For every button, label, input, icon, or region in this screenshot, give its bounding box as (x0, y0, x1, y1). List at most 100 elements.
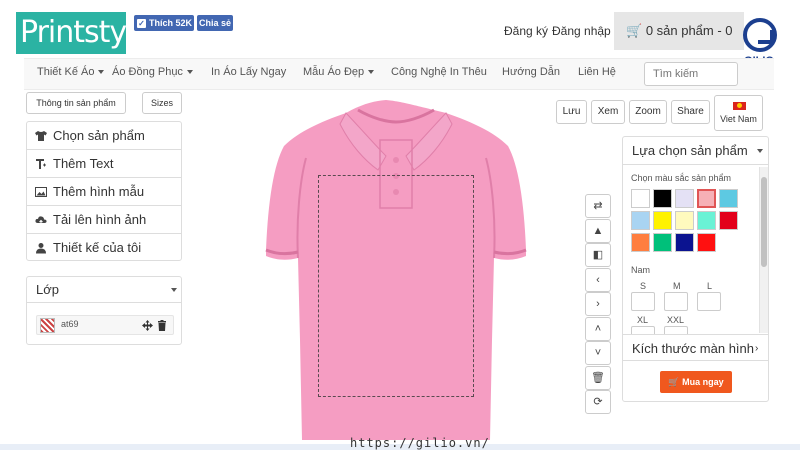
color-swatch[interactable] (631, 189, 650, 208)
gender-label: Nam (631, 265, 651, 275)
size-s-quantity-input[interactable] (631, 292, 655, 311)
arrow-left-icon[interactable]: ‹ (585, 268, 611, 292)
facebook-like-button[interactable]: ✓ Thích 52K (134, 15, 194, 31)
color-swatch[interactable] (697, 211, 716, 230)
sizes-button[interactable]: Sizes (142, 92, 182, 114)
nav-item-ao-dong-phuc[interactable]: Áo Đồng Phục (112, 66, 193, 78)
product-options-title: Lựa chọn sản phẩm (632, 143, 748, 158)
color-swatch[interactable] (719, 189, 738, 208)
cart-button[interactable]: 🛒 0 sản phẩm - 0 V (614, 12, 744, 76)
menu-item-label: Tải lên hình ảnh (53, 212, 147, 227)
color-swatch[interactable] (719, 211, 738, 230)
gilio-g-icon (743, 18, 777, 52)
menu-item-label: Thêm Text (53, 156, 114, 171)
layer-thumbnail (40, 318, 55, 333)
menu-item-label: Thêm hình mẫu (53, 184, 145, 199)
login-link[interactable]: Đăng nhập (552, 24, 611, 38)
size-m-quantity-input[interactable] (664, 292, 688, 311)
layer-name: at69 (61, 319, 79, 329)
menu-item-upload-image[interactable]: Tải lên hình ảnh (27, 206, 181, 234)
flip-icon[interactable]: ◧ (585, 243, 611, 267)
screen-size-header[interactable]: Kích thước màn hình › (623, 337, 768, 361)
menu-item-choose-product[interactable]: Chọn sản phẩm (27, 122, 181, 150)
menu-item-label: Thiết kế của tôi (53, 240, 142, 255)
arrow-down-icon[interactable]: ˅ (585, 341, 611, 365)
trash-icon[interactable] (157, 320, 167, 331)
stamp-icon[interactable]: ▲ (585, 219, 611, 243)
color-swatch[interactable] (653, 233, 672, 252)
chevron-down-icon (186, 70, 193, 75)
arrow-right-icon[interactable]: › (585, 292, 611, 316)
color-swatch[interactable] (631, 233, 650, 252)
cart-icon: 🛒 (626, 23, 643, 38)
size-xl-quantity-input[interactable] (631, 326, 655, 334)
swap-icon[interactable]: ⇄ (585, 194, 611, 218)
share-button[interactable]: Share (671, 100, 710, 124)
zoom-button[interactable]: Zoom (629, 100, 667, 124)
size-label-m: M (673, 281, 681, 291)
language-button[interactable]: Viet Nam (714, 95, 763, 131)
nav-item-huong-dan[interactable]: Hướng Dẫn (502, 66, 560, 78)
chevron-down-icon (368, 70, 375, 75)
layers-title: Lớp (36, 282, 59, 297)
color-swatch[interactable] (631, 211, 650, 230)
chevron-down-icon (171, 288, 177, 292)
layer-item[interactable]: at69 (36, 315, 174, 335)
color-section-label: Chọn màu sắc sản phẩm (631, 173, 732, 183)
size-label-xl: XL (637, 315, 649, 325)
language-label: Viet Nam (720, 114, 757, 124)
size-label-s: S (640, 281, 647, 291)
nav-item-thiet-ke-ao[interactable]: Thiết Kế Áo (37, 66, 105, 78)
product-info-button[interactable]: Thông tin sản phẩm (26, 92, 126, 114)
nav-label: Áo Đồng Phục (112, 66, 183, 78)
thumbs-up-icon: ✓ (137, 19, 146, 28)
preview-button[interactable]: Xem (591, 100, 625, 124)
design-tool-page: Printstyle® ✓ Thích 52K Chia sẻ Đăng ký Đ… (0, 0, 800, 450)
print-area-boundary[interactable] (318, 175, 474, 397)
facebook-share-button[interactable]: Chia sẻ (197, 15, 233, 31)
vietnam-flag-icon (733, 102, 746, 110)
product-options-header[interactable]: Lựa chọn sản phẩm (623, 137, 768, 165)
watermark-url: https://gilio.vn/ (350, 436, 490, 450)
register-link[interactable]: Đăng ký (504, 24, 548, 38)
search-input[interactable] (644, 62, 738, 86)
menu-item-label: Chọn sản phẩm (53, 128, 145, 143)
buy-now-button[interactable]: 🛒 Mua ngay (660, 371, 732, 393)
user-icon (36, 243, 46, 254)
nav-item-cong-nghe-in-theu[interactable]: Công Nghệ In Thêu (391, 66, 487, 78)
design-tools-menu: Chọn sản phẩm Thêm Text Thêm hình mẫu Tả… (26, 121, 182, 261)
arrow-up-icon[interactable]: ˄ (585, 317, 611, 341)
menu-item-add-text[interactable]: Thêm Text (27, 150, 181, 178)
scrollbar-thumb[interactable] (761, 177, 767, 267)
color-swatch[interactable] (697, 233, 716, 252)
color-swatch[interactable] (675, 211, 694, 230)
nav-label: Mẫu Áo Đẹp (303, 66, 365, 78)
refresh-icon[interactable]: ⟳ (585, 390, 611, 414)
options-scrollbar[interactable] (759, 167, 768, 333)
menu-item-my-designs[interactable]: Thiết kế của tôi (27, 234, 181, 262)
move-icon[interactable] (142, 320, 153, 331)
color-swatch[interactable] (653, 211, 672, 230)
layers-panel: Lớp at69 (26, 276, 182, 345)
size-l-quantity-input[interactable] (697, 292, 721, 311)
screen-size-title: Kích thước màn hình (632, 341, 755, 356)
size-xxl-quantity-input[interactable] (664, 326, 688, 334)
color-swatch[interactable] (675, 233, 694, 252)
nav-item-lien-he[interactable]: Liên Hệ (578, 66, 616, 78)
buy-now-label: Mua ngay (682, 377, 724, 387)
layers-panel-header[interactable]: Lớp (27, 277, 181, 303)
color-swatch[interactable] (696, 188, 717, 209)
color-swatch[interactable] (653, 189, 672, 208)
color-swatch[interactable] (675, 189, 694, 208)
size-label-l: L (707, 281, 713, 291)
product-options-scroll-area[interactable]: Chọn màu sắc sản phẩm Nam S M L XL XXL (623, 165, 768, 335)
nav-label: Thiết Kế Áo (37, 66, 95, 78)
nav-item-mau-ao-dep[interactable]: Mẫu Áo Đẹp (303, 66, 375, 78)
save-button[interactable]: Lưu (556, 100, 587, 124)
cart-icon: 🛒 (668, 377, 680, 387)
logo-text: Printstyle (20, 15, 152, 50)
menu-item-add-sample-image[interactable]: Thêm hình mẫu (27, 178, 181, 206)
printstyle-logo[interactable]: Printstyle® (16, 12, 159, 54)
trash-icon[interactable]: 🗑 (585, 366, 611, 390)
nav-item-in-ao-lay-ngay[interactable]: In Áo Lấy Ngay (211, 66, 286, 78)
